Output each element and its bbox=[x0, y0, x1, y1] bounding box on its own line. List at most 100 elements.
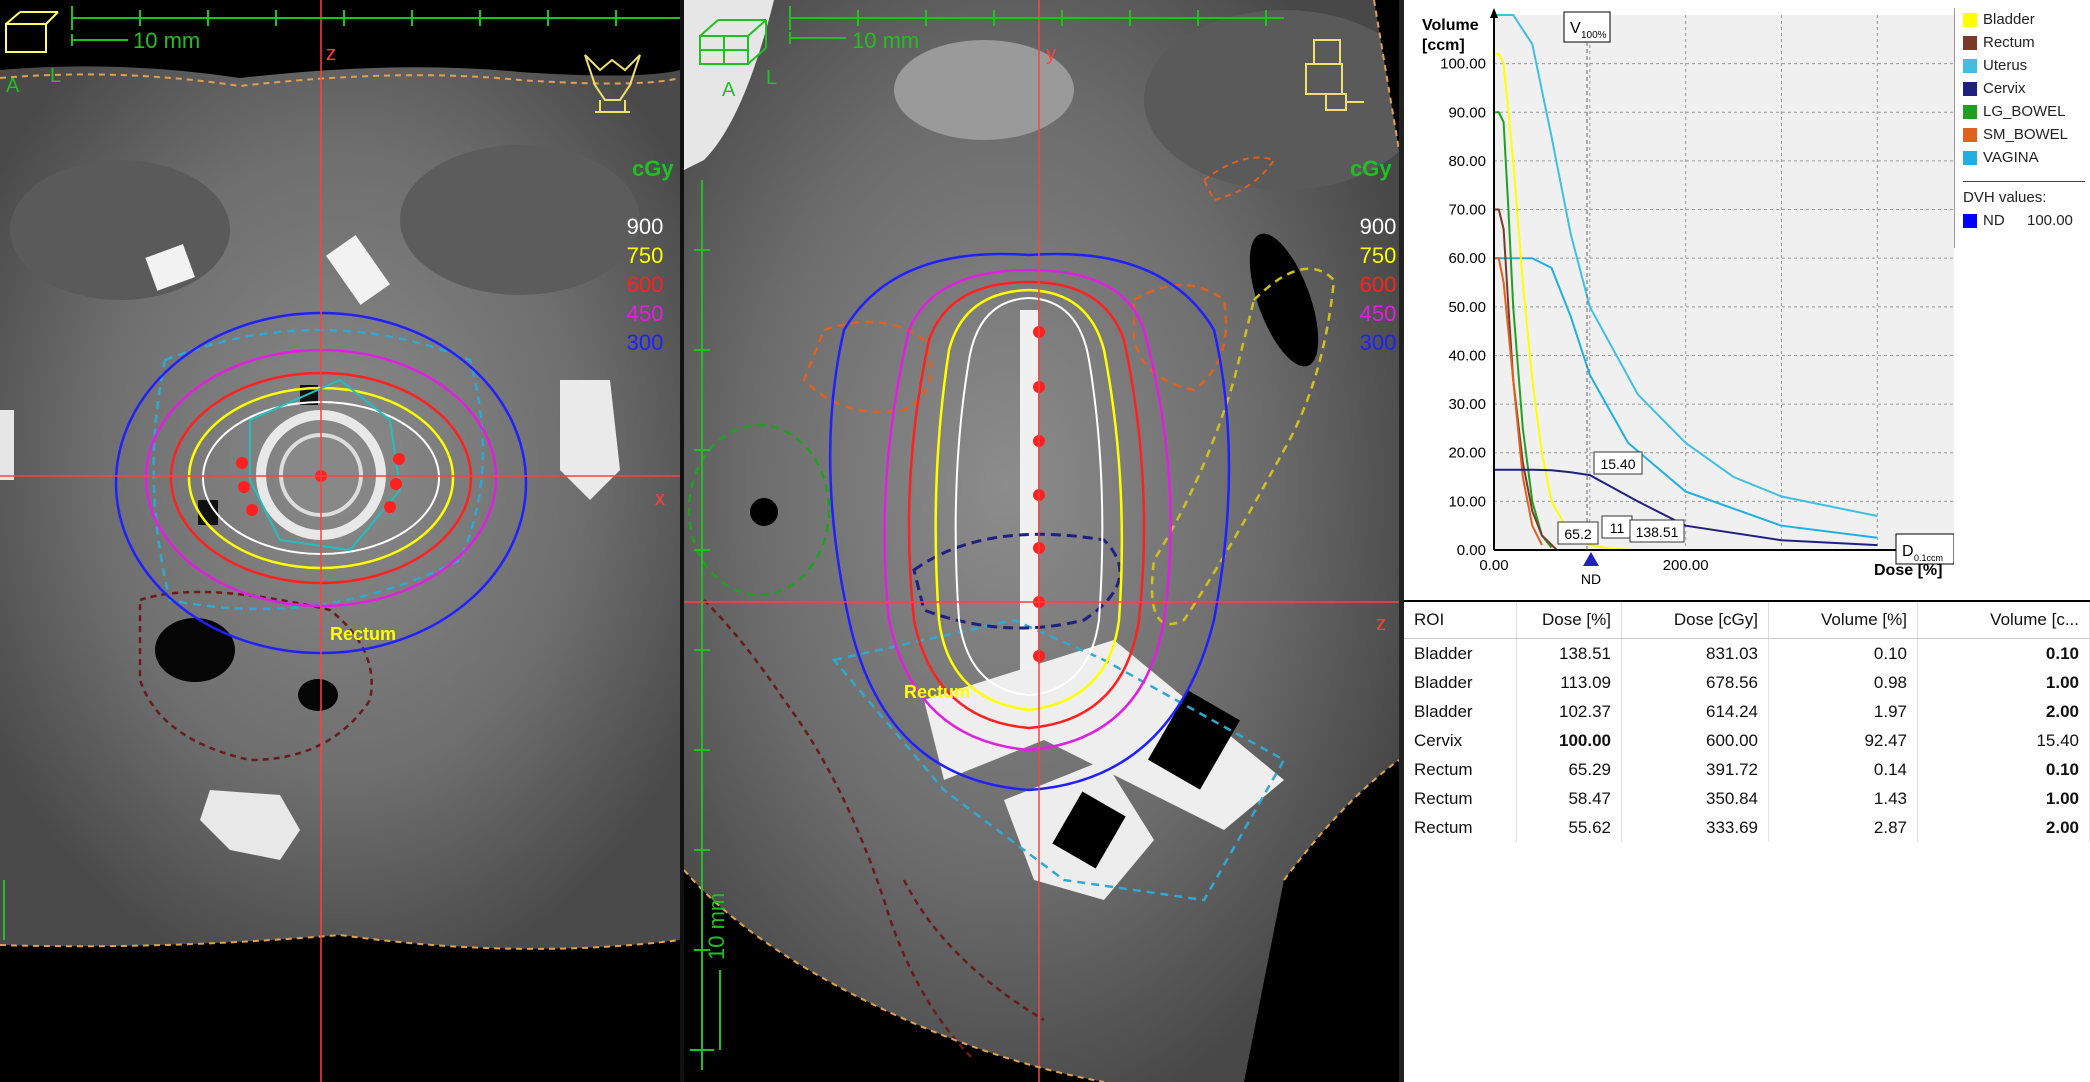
cell-volume-pct: 0.10 bbox=[1768, 638, 1918, 668]
sagittal-scale-label-vertical: 10 mm bbox=[704, 893, 729, 960]
table-row[interactable]: Rectum 58.47 350.84 1.43 1.00 bbox=[1404, 784, 2090, 813]
axial-scale-label: 10 mm bbox=[133, 28, 200, 53]
sagittal-scale-label: 10 mm bbox=[852, 28, 919, 53]
legend-swatch bbox=[1963, 104, 1977, 119]
dvh-callout-1: 15.40 bbox=[1600, 456, 1635, 472]
legend-label: LG_BOWEL bbox=[1983, 103, 2066, 120]
cell-dose-cgy: 333.69 bbox=[1621, 813, 1769, 842]
roi-table-body: Bladder 138.51 831.03 0.10 0.10 Bladder 113.09… bbox=[1404, 638, 2090, 842]
dwell-point bbox=[393, 453, 405, 465]
col-header-dose-pct[interactable]: Dose [%] bbox=[1516, 602, 1622, 639]
cell-volume-cc: 1.00 bbox=[1917, 784, 2090, 813]
col-header-volume-cc[interactable]: Volume [c... bbox=[1917, 602, 2090, 639]
cell-roi: Cervix bbox=[1404, 726, 1517, 755]
legend-label: VAGINA bbox=[1983, 149, 2039, 166]
sagittal-isodose-750-label: 750 bbox=[1360, 243, 1397, 268]
legend-label: Cervix bbox=[1983, 80, 2026, 97]
sagittal-view[interactable]: 10 mm 10 mm A L y z Rectum cGy 900 750 6… bbox=[684, 0, 1399, 1082]
y-tick-label: 60.00 bbox=[1448, 250, 1486, 267]
table-row[interactable]: Cervix 100.00 600.00 92.47 15.40 bbox=[1404, 726, 2090, 755]
y-tick-label: 70.00 bbox=[1448, 202, 1486, 219]
cell-dose-cgy: 678.56 bbox=[1621, 668, 1769, 697]
sagittal-roi-label: Rectum bbox=[904, 682, 970, 702]
legend-label: Bladder bbox=[1983, 11, 2035, 28]
cell-volume-cc: 15.40 bbox=[1917, 726, 2090, 755]
dvh-panel[interactable]: 100.00 90.00 80.00 70.00 60.00 50.00 40.00 30.0… bbox=[1404, 0, 2090, 600]
axial-isodose-900-label: 900 bbox=[627, 214, 664, 239]
table-row[interactable]: Bladder 138.51 831.03 0.10 0.10 bbox=[1404, 638, 2090, 668]
sagittal-dose-unit: cGy bbox=[1350, 156, 1392, 181]
sagittal-image[interactable]: 10 mm 10 mm A L y z Rectum cGy 900 750 6… bbox=[684, 0, 1399, 1082]
legend-item-bladder[interactable]: Bladder bbox=[1955, 8, 2090, 31]
dvh-nd-label: ND bbox=[1581, 571, 1601, 587]
sagittal-orient-l: L bbox=[766, 67, 777, 89]
dvh-d01-label: D bbox=[1902, 543, 1914, 560]
legend-item-sm-bowel[interactable]: SM_BOWEL bbox=[1955, 123, 2090, 146]
cell-roi: Rectum bbox=[1404, 813, 1517, 842]
dwell-point bbox=[238, 481, 250, 493]
cell-roi: Rectum bbox=[1404, 755, 1517, 784]
col-header-roi[interactable]: ROI bbox=[1404, 602, 1517, 639]
cell-dose-pct: 138.51 bbox=[1516, 638, 1622, 668]
legend-swatch bbox=[1963, 12, 1977, 27]
legend-swatch bbox=[1963, 127, 1977, 142]
axial-dose-unit: cGy bbox=[632, 156, 674, 181]
axial-roi-label: Rectum bbox=[330, 624, 396, 644]
y-tick-label: 80.00 bbox=[1448, 153, 1486, 170]
axial-axis-x: x bbox=[655, 488, 665, 510]
cell-dose-cgy: 614.24 bbox=[1621, 697, 1769, 726]
sagittal-axis-y: y bbox=[1046, 43, 1056, 65]
axial-isodose-300-label: 300 bbox=[627, 330, 664, 355]
table-row[interactable]: Bladder 113.09 678.56 0.98 1.00 bbox=[1404, 668, 2090, 697]
dvh-values-title: DVH values: bbox=[1955, 186, 2090, 209]
legend-item-vagina[interactable]: VAGINA bbox=[1955, 146, 2090, 169]
y-tick-label: 90.00 bbox=[1448, 104, 1486, 121]
axial-orient-l: L bbox=[50, 65, 61, 87]
cell-volume-pct: 0.14 bbox=[1768, 755, 1918, 784]
sagittal-isodose-600-label: 600 bbox=[1360, 272, 1397, 297]
dvh-v100-sub: 100% bbox=[1581, 30, 1607, 41]
table-row[interactable]: Rectum 55.62 333.69 2.87 2.00 bbox=[1404, 813, 2090, 842]
col-header-volume-pct[interactable]: Volume [%] bbox=[1768, 602, 1918, 639]
dvh-values-title-text: DVH values: bbox=[1963, 189, 2047, 206]
axial-image[interactable]: 10 mm A L z x Rectum cGy 900 750 600 450… bbox=[0, 0, 680, 1082]
dvh-value-item-nd[interactable]: ND 100.00 bbox=[1955, 209, 2090, 232]
cell-volume-cc: 0.10 bbox=[1917, 755, 2090, 784]
dvh-callout-3: 11 bbox=[1610, 520, 1625, 536]
legend-divider bbox=[1963, 181, 2085, 182]
cell-dose-cgy: 600.00 bbox=[1621, 726, 1769, 755]
sagittal-isodose-300-label: 300 bbox=[1360, 330, 1397, 355]
x-tick-label: 0.00 bbox=[1479, 557, 1508, 574]
legend-item-uterus[interactable]: Uterus bbox=[1955, 54, 2090, 77]
axial-axis-z: z bbox=[326, 43, 336, 65]
table-row[interactable]: Rectum 65.29 391.72 0.14 0.10 bbox=[1404, 755, 2090, 784]
legend-item-lg-bowel[interactable]: LG_BOWEL bbox=[1955, 100, 2090, 123]
cell-dose-pct: 65.29 bbox=[1516, 755, 1622, 784]
cell-dose-pct: 113.09 bbox=[1516, 668, 1622, 697]
dvh-value-number: 100.00 bbox=[2027, 212, 2073, 229]
cell-volume-pct: 92.47 bbox=[1768, 726, 1918, 755]
y-tick-label: 20.00 bbox=[1448, 445, 1486, 462]
cell-volume-cc: 2.00 bbox=[1917, 813, 2090, 842]
roi-table-panel[interactable]: ROI Dose [%] Dose [cGy] Volume [%] Volum… bbox=[1404, 602, 2090, 1082]
col-header-dose-cgy[interactable]: Dose [cGy] bbox=[1621, 602, 1769, 639]
legend-item-cervix[interactable]: Cervix bbox=[1955, 77, 2090, 100]
y-tick-label: 10.00 bbox=[1448, 493, 1486, 510]
legend-item-rectum[interactable]: Rectum bbox=[1955, 31, 2090, 54]
axial-orient-a: A bbox=[6, 75, 20, 97]
roi-table-header: ROI Dose [%] Dose [cGy] Volume [%] Volum… bbox=[1404, 602, 2090, 639]
dvh-v100-label: V bbox=[1570, 20, 1581, 37]
sagittal-isodose-900-label: 900 bbox=[1360, 214, 1397, 239]
dvh-chart[interactable]: 100.00 90.00 80.00 70.00 60.00 50.00 40.00 30.0… bbox=[1404, 0, 1955, 600]
dvh-callout-4: 138.51 bbox=[1636, 524, 1679, 540]
axial-air-2 bbox=[298, 679, 338, 711]
sagittal-isodose-450-label: 450 bbox=[1360, 301, 1397, 326]
legend-label: Uterus bbox=[1983, 57, 2028, 74]
cell-roi: Bladder bbox=[1404, 697, 1517, 726]
dvh-x-label: Dose [%] bbox=[1874, 562, 1942, 579]
cell-volume-pct: 1.97 bbox=[1768, 697, 1918, 726]
axial-view[interactable]: 10 mm A L z x Rectum cGy 900 750 600 450… bbox=[0, 0, 680, 1082]
dwell-point bbox=[390, 478, 402, 490]
dwell-point bbox=[384, 501, 396, 513]
table-row[interactable]: Bladder 102.37 614.24 1.97 2.00 bbox=[1404, 697, 2090, 726]
